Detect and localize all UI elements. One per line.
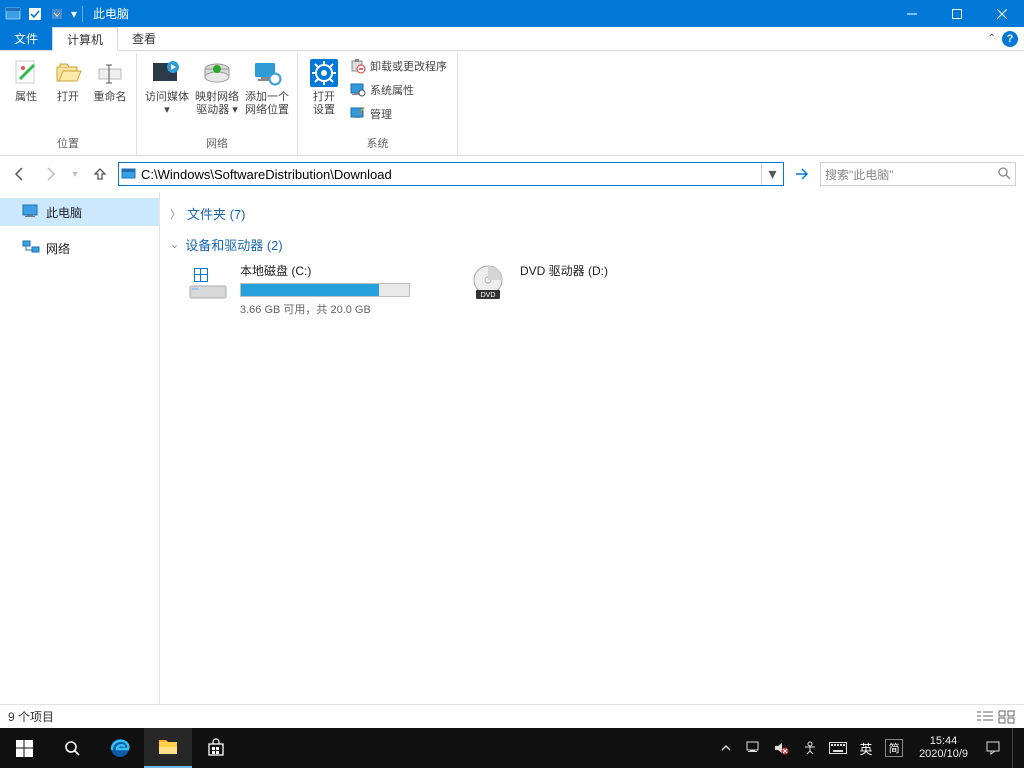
quick-access-toolbar: ▾: [0, 3, 85, 25]
open-icon: [52, 57, 84, 89]
tray-clock[interactable]: 15:44 2020/10/9: [913, 735, 974, 761]
drive-d-name: DVD 驱动器 (D:): [520, 262, 608, 279]
add-netloc-icon: [251, 57, 283, 89]
ribbon-open-settings[interactable]: 打开设置: [304, 55, 344, 119]
properties-icon: [10, 57, 42, 89]
tray-overflow-icon[interactable]: [717, 739, 735, 757]
chevron-down-icon[interactable]: ▾: [68, 3, 80, 25]
drive-d[interactable]: DVD DVD 驱动器 (D:): [466, 262, 716, 317]
status-items: 9 个项目: [8, 708, 54, 725]
manage-icon: [350, 106, 366, 122]
taskbar-store[interactable]: [192, 728, 240, 768]
chevron-right-icon: 〉: [170, 206, 181, 222]
drive-c[interactable]: 本地磁盘 (C:) 3.66 GB 可用，共 20.0 GB: [186, 262, 436, 317]
ribbon-properties[interactable]: 属性: [6, 55, 46, 106]
network-icon: [22, 239, 40, 257]
up-button[interactable]: [88, 162, 112, 186]
sidebar-label-this-pc: 此电脑: [46, 204, 82, 221]
this-pc-icon: [22, 203, 40, 221]
uninstall-icon: [350, 58, 366, 74]
media-icon: [151, 57, 183, 89]
ribbon-uninstall[interactable]: 卸载或更改程序: [346, 55, 451, 77]
tray-volume-icon[interactable]: [773, 739, 791, 757]
taskbar-explorer[interactable]: [144, 728, 192, 768]
settings-icon: [308, 57, 340, 89]
system-tray: 英 简 15:44 2020/10/9: [717, 728, 1024, 768]
ribbon-tabs: 文件 计算机 查看 ⌃ ?: [0, 27, 1024, 51]
address-icon: [119, 166, 139, 182]
minimize-button[interactable]: [889, 0, 934, 27]
ribbon-group-location: 属性 打开 重命名 位置: [0, 53, 137, 155]
taskbar: 英 简 15:44 2020/10/9: [0, 728, 1024, 768]
details-view-icon[interactable]: [976, 710, 994, 724]
address-input[interactable]: [139, 163, 761, 185]
sidebar: 此电脑 网络: [0, 192, 160, 704]
ribbon-rename[interactable]: 重命名: [90, 55, 130, 106]
tray-keyboard-icon[interactable]: [829, 739, 847, 757]
qat-checkbox-icon[interactable]: [24, 3, 46, 25]
chevron-down-icon: ⌄: [170, 238, 179, 251]
titlebar: ▾ 此电脑: [0, 0, 1024, 27]
view-switcher[interactable]: [976, 710, 1016, 724]
recent-locations-button[interactable]: ▾: [68, 162, 82, 186]
taskbar-edge[interactable]: [96, 728, 144, 768]
ribbon: 属性 打开 重命名 位置 访问媒体▾ 映射网络驱动器 ▾: [0, 51, 1024, 156]
ribbon-manage[interactable]: 管理: [346, 103, 451, 125]
ribbon-group-network: 访问媒体▾ 映射网络驱动器 ▾ 添加一个网络位置 网络: [137, 53, 298, 155]
tab-view[interactable]: 查看: [118, 27, 170, 50]
drive-c-name: 本地磁盘 (C:): [240, 262, 410, 279]
dvd-icon: DVD: [466, 262, 510, 306]
address-dropdown[interactable]: ▾: [761, 163, 783, 185]
ribbon-open[interactable]: 打开: [48, 55, 88, 106]
close-button[interactable]: [979, 0, 1024, 27]
map-drive-icon: [201, 57, 233, 89]
address-bar[interactable]: ▾: [118, 162, 784, 186]
hdd-icon: [186, 262, 230, 306]
tray-notifications-icon[interactable]: [984, 739, 1002, 757]
main: 此电脑 网络 〉 文件夹 (7) ⌄ 设备和驱动器 (2) 本地磁盘 (C:): [0, 192, 1024, 704]
taskbar-search[interactable]: [48, 728, 96, 768]
ribbon-add-netloc[interactable]: 添加一个网络位置: [243, 55, 291, 119]
svg-text:DVD: DVD: [481, 292, 496, 299]
go-button[interactable]: [790, 162, 814, 186]
sidebar-item-network[interactable]: 网络: [0, 234, 159, 262]
navbar: ▾ ▾ 搜索"此电脑": [0, 156, 1024, 192]
window-title: 此电脑: [85, 5, 129, 22]
window-icon[interactable]: [2, 3, 24, 25]
search-placeholder: 搜索"此电脑": [825, 166, 894, 183]
search-box[interactable]: 搜索"此电脑": [820, 162, 1016, 186]
ribbon-group-system: 打开设置 卸载或更改程序 系统属性 管理 系统: [298, 53, 458, 155]
ribbon-access-media[interactable]: 访问媒体▾: [143, 55, 191, 119]
sidebar-label-network: 网络: [46, 240, 70, 257]
group-folders[interactable]: 〉 文件夹 (7): [170, 200, 1014, 231]
tray-network-icon[interactable]: [745, 739, 763, 757]
sys-props-icon: [350, 82, 366, 98]
tab-file[interactable]: 文件: [0, 27, 52, 50]
drive-c-usage-bar: [240, 283, 410, 297]
tab-computer[interactable]: 计算机: [52, 27, 118, 51]
qat-dropdown-icon[interactable]: [46, 3, 68, 25]
tray-ime-lang[interactable]: 英: [857, 739, 875, 757]
collapse-ribbon-icon[interactable]: ⌃: [988, 33, 996, 44]
ribbon-map-drive[interactable]: 映射网络驱动器 ▾: [193, 55, 241, 119]
back-button[interactable]: [8, 162, 32, 186]
icons-view-icon[interactable]: [998, 710, 1016, 724]
rename-icon: [94, 57, 126, 89]
ribbon-sys-props[interactable]: 系统属性: [346, 79, 451, 101]
group-devices[interactable]: ⌄ 设备和驱动器 (2): [170, 231, 1014, 262]
search-icon: [997, 166, 1011, 183]
tray-ease-icon[interactable]: [801, 739, 819, 757]
help-icon[interactable]: ?: [1002, 31, 1018, 47]
status-bar: 9 个项目: [0, 704, 1024, 728]
tray-ime-mode[interactable]: 简: [885, 739, 903, 757]
maximize-button[interactable]: [934, 0, 979, 27]
show-desktop-button[interactable]: [1012, 728, 1018, 768]
start-button[interactable]: [0, 728, 48, 768]
sidebar-item-this-pc[interactable]: 此电脑: [0, 198, 159, 226]
drive-c-sub: 3.66 GB 可用，共 20.0 GB: [240, 301, 410, 317]
content: 〉 文件夹 (7) ⌄ 设备和驱动器 (2) 本地磁盘 (C:) 3.66 GB…: [160, 192, 1024, 704]
forward-button[interactable]: [38, 162, 62, 186]
